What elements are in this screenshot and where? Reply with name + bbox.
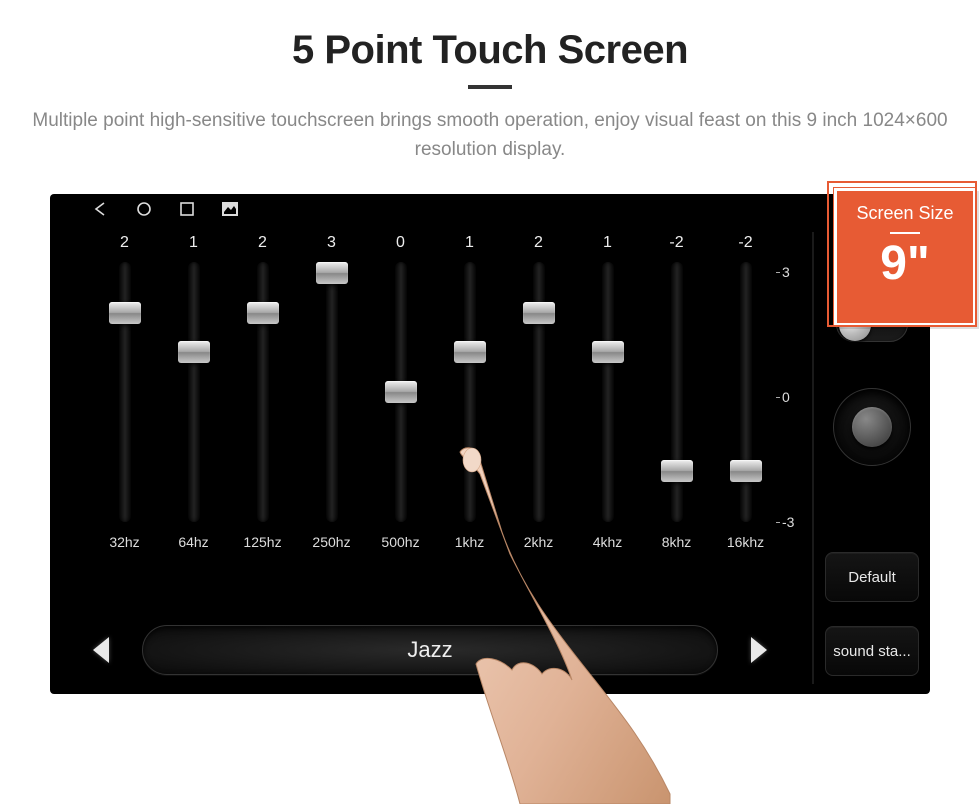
eq-band-16khz: -2 16khz — [711, 234, 780, 564]
preset-name[interactable]: Jazz — [142, 625, 718, 675]
eq-slider-knob[interactable] — [247, 302, 279, 324]
eq-slider[interactable] — [740, 262, 752, 522]
device-screen: 2 32hz 1 64hz 2 125hz 3 250hz 0 500hz 1 1khz 2 2khz 1 4… — [50, 194, 930, 694]
eq-band-freq: 16khz — [727, 534, 764, 550]
screen-size-badge: Screen Size 9" — [834, 188, 976, 326]
eq-band-freq: 2khz — [524, 534, 554, 550]
eq-band-freq: 125hz — [243, 534, 281, 550]
eq-slider-knob[interactable] — [454, 341, 486, 363]
eq-scale-min: -3 — [782, 514, 806, 530]
eq-slider-knob[interactable] — [592, 341, 624, 363]
hero-description: Multiple point high-sensitive touchscree… — [30, 107, 950, 164]
home-icon[interactable] — [136, 201, 152, 222]
eq-band-value: 1 — [189, 234, 198, 258]
device-screenshot: 2 32hz 1 64hz 2 125hz 3 250hz 0 500hz 1 1khz 2 2khz 1 4… — [50, 194, 930, 694]
eq-band-freq: 500hz — [381, 534, 419, 550]
back-icon[interactable] — [92, 201, 108, 222]
eq-band-value: 2 — [534, 234, 543, 258]
eq-scale: 3 0 -3 — [782, 264, 806, 530]
eq-slider[interactable] — [602, 262, 614, 522]
hero-title: 5 Point Touch Screen — [0, 28, 980, 73]
eq-band-64hz: 1 64hz — [159, 234, 228, 564]
balance-dial[interactable] — [833, 388, 911, 466]
eq-band-8khz: -2 8khz — [642, 234, 711, 564]
eq-slider[interactable] — [395, 262, 407, 522]
eq-band-value: -2 — [669, 234, 683, 258]
eq-slider[interactable] — [671, 262, 683, 522]
sound-stage-button[interactable]: sound sta... — [825, 626, 919, 676]
eq-slider[interactable] — [257, 262, 269, 522]
eq-band-freq: 32hz — [109, 534, 139, 550]
eq-slider-knob[interactable] — [523, 302, 555, 324]
prev-preset-button[interactable] — [80, 628, 124, 672]
eq-slider-knob[interactable] — [316, 262, 348, 284]
eq-band-value: 2 — [120, 234, 129, 258]
eq-band-1khz: 1 1khz — [435, 234, 504, 564]
eq-band-freq: 4khz — [593, 534, 623, 550]
gallery-icon[interactable] — [222, 202, 238, 221]
eq-band-value: 1 — [465, 234, 474, 258]
android-nav-bar — [50, 194, 930, 228]
eq-slider[interactable] — [464, 262, 476, 522]
eq-slider-knob[interactable] — [385, 381, 417, 403]
equalizer-sliders: 2 32hz 1 64hz 2 125hz 3 250hz 0 500hz 1 1khz 2 2khz 1 4… — [80, 234, 780, 564]
badge-label: Screen Size — [837, 203, 973, 224]
default-button[interactable]: Default — [825, 552, 919, 602]
eq-band-2khz: 2 2khz — [504, 234, 573, 564]
eq-slider[interactable] — [188, 262, 200, 522]
eq-slider[interactable] — [119, 262, 131, 522]
eq-slider-knob[interactable] — [178, 341, 210, 363]
eq-scale-max: 3 — [782, 264, 806, 280]
eq-scale-mid: 0 — [782, 389, 806, 405]
eq-band-freq: 1khz — [455, 534, 485, 550]
eq-band-32hz: 2 32hz — [90, 234, 159, 564]
eq-slider-knob[interactable] — [730, 460, 762, 482]
badge-divider — [890, 232, 920, 234]
eq-slider-knob[interactable] — [661, 460, 693, 482]
eq-band-4khz: 1 4khz — [573, 234, 642, 564]
eq-band-value: 3 — [327, 234, 336, 258]
badge-value: 9" — [837, 240, 973, 288]
eq-band-value: 0 — [396, 234, 405, 258]
eq-band-value: 1 — [603, 234, 612, 258]
eq-band-freq: 250hz — [312, 534, 350, 550]
eq-band-value: 2 — [258, 234, 267, 258]
eq-band-250hz: 3 250hz — [297, 234, 366, 564]
eq-band-125hz: 2 125hz — [228, 234, 297, 564]
eq-band-freq: 8khz — [662, 534, 692, 550]
preset-row: Jazz — [80, 620, 780, 680]
hero-underline — [468, 85, 512, 89]
eq-slider[interactable] — [326, 262, 338, 522]
recent-icon[interactable] — [180, 202, 194, 221]
eq-band-500hz: 0 500hz — [366, 234, 435, 564]
next-preset-button[interactable] — [736, 628, 780, 672]
eq-band-value: -2 — [738, 234, 752, 258]
eq-band-freq: 64hz — [178, 534, 208, 550]
eq-slider-knob[interactable] — [109, 302, 141, 324]
eq-slider[interactable] — [533, 262, 545, 522]
dial-knob — [852, 407, 892, 447]
equalizer-area: 2 32hz 1 64hz 2 125hz 3 250hz 0 500hz 1 1khz 2 2khz 1 4… — [80, 234, 780, 674]
